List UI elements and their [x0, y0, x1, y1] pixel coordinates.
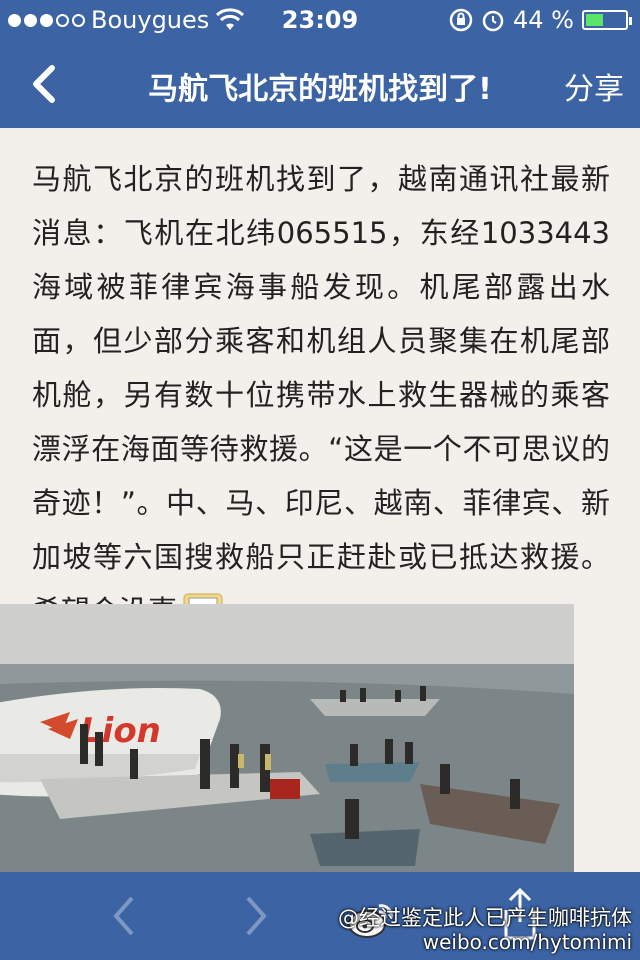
battery-percent: 44 % [513, 6, 574, 34]
next-arrow-icon[interactable] [240, 894, 270, 938]
photo-scene: Lion [0, 604, 574, 872]
navigation-bar: 马航飞北京的班机找到了! 分享 [0, 40, 640, 128]
alarm-icon [482, 10, 504, 32]
share-button[interactable]: 分享 [564, 64, 624, 108]
status-right: 44 % [449, 6, 632, 34]
page-title: 马航飞北京的班机找到了! [148, 72, 492, 107]
plane-rescue-photo: Lion [0, 604, 574, 872]
previous-arrow-icon[interactable] [110, 894, 140, 938]
watermark-handle: @经过鉴定此人已产生咖啡抗体 [338, 906, 632, 930]
article-text: 马航飞北京的班机找到了，越南通讯社最新消息：飞机在北纬065515，东经1033… [32, 162, 610, 628]
article-body: 马航飞北京的班机找到了，越南通讯社最新消息：飞机在北纬065515，东经1033… [32, 152, 610, 638]
status-bar: Bouygues 23:09 44 % [0, 0, 640, 40]
svg-text:Lion: Lion [80, 711, 161, 751]
rotation-lock-icon [449, 8, 473, 32]
watermark-url: weibo.com/hytomimi [422, 930, 632, 954]
battery-icon [582, 10, 632, 30]
battery-fill [586, 14, 603, 26]
